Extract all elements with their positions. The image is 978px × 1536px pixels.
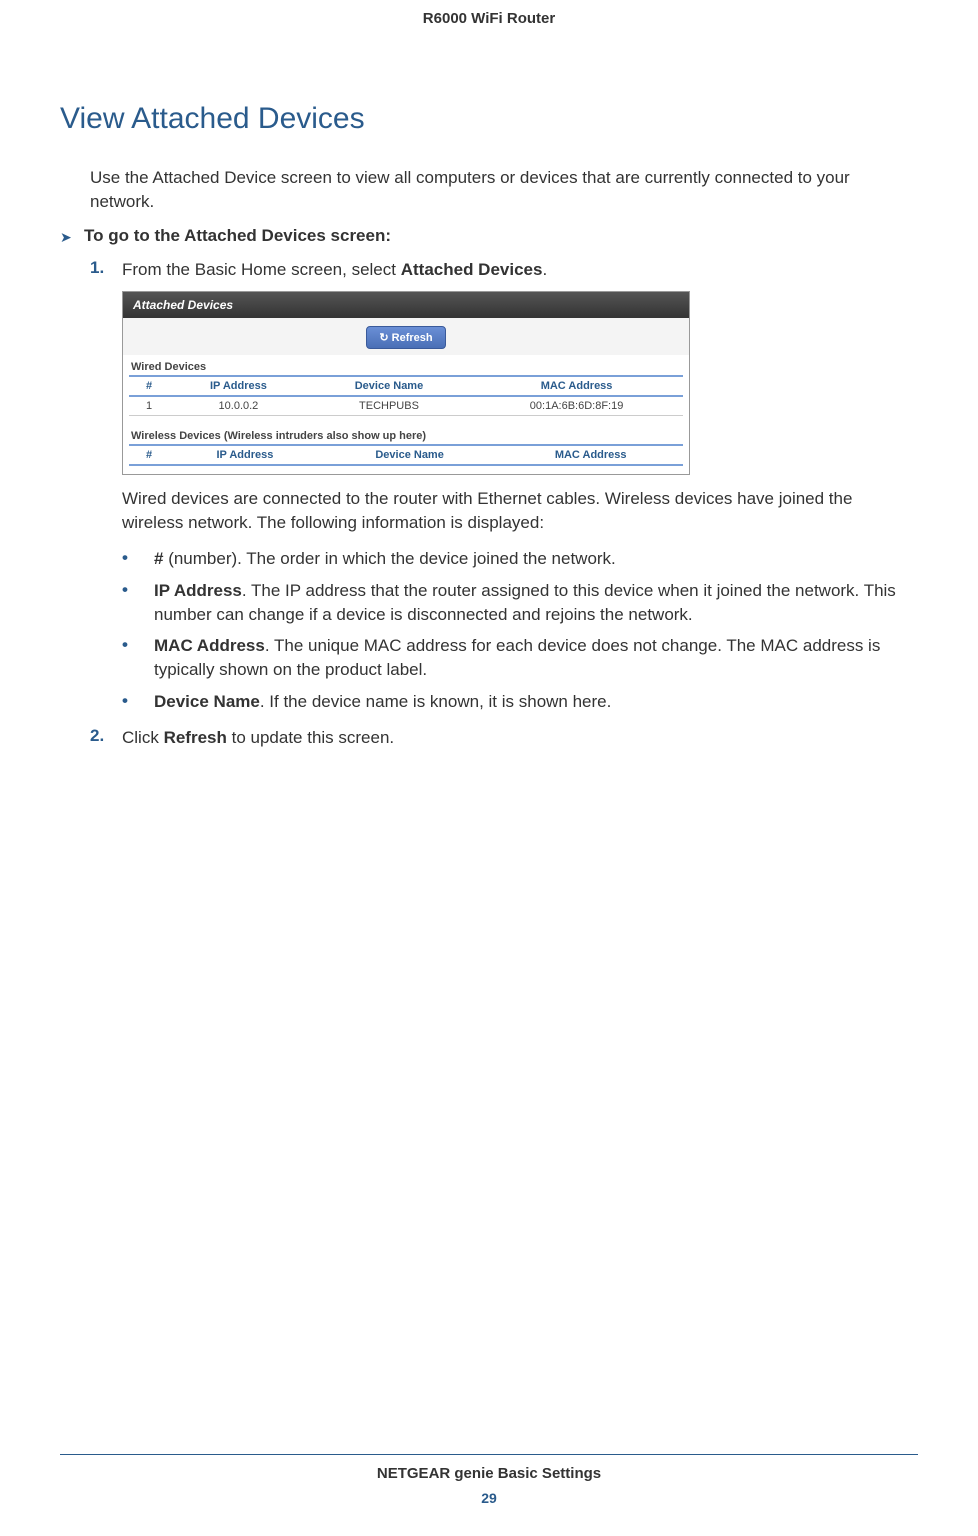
figure-header: Attached Devices xyxy=(123,292,689,318)
page-title: View Attached Devices xyxy=(60,102,918,136)
step-2-text-c: to update this screen. xyxy=(227,728,394,747)
procedure-arrow-icon: ➤ xyxy=(60,226,84,246)
cell-ip: 10.0.0.2 xyxy=(169,396,308,416)
bullet-1: # (number). The order in which the devic… xyxy=(154,547,616,571)
col-ip: IP Address xyxy=(169,376,308,396)
step-2-number: 2. xyxy=(90,726,122,746)
cell-num: 1 xyxy=(129,396,169,416)
col-name-2: Device Name xyxy=(321,445,499,465)
attached-devices-figure: Attached Devices Refresh Wired Devices #… xyxy=(122,291,690,475)
wireless-devices-table: # IP Address Device Name MAC Address xyxy=(129,444,683,466)
after-figure-paragraph: Wired devices are connected to the route… xyxy=(122,487,918,535)
footer-divider xyxy=(60,1454,918,1455)
wireless-devices-label: Wireless Devices (Wireless intruders als… xyxy=(123,424,689,444)
col-num-2: # xyxy=(129,445,169,465)
bullet-3: MAC Address. The unique MAC address for … xyxy=(154,634,918,682)
col-mac-2: MAC Address xyxy=(498,445,683,465)
intro-paragraph: Use the Attached Device screen to view a… xyxy=(90,166,918,214)
bullet-4: Device Name. If the device name is known… xyxy=(154,690,611,714)
wired-devices-label: Wired Devices xyxy=(123,355,689,375)
bullet-icon: • xyxy=(122,634,154,682)
step-1-number: 1. xyxy=(90,258,122,278)
step-2-text-a: Click xyxy=(122,728,164,747)
step-1-text: From the Basic Home screen, select Attac… xyxy=(122,258,547,282)
bullet-4-text: . If the device name is known, it is sho… xyxy=(260,692,612,711)
step-1-text-c: . xyxy=(542,260,547,279)
bullet-icon: • xyxy=(122,547,154,571)
bullet-1-text: (number). The order in which the device … xyxy=(163,549,615,568)
col-mac: MAC Address xyxy=(470,376,683,396)
step-1-text-a: From the Basic Home screen, select xyxy=(122,260,401,279)
bullet-3-label: MAC Address xyxy=(154,636,265,655)
bullet-icon: • xyxy=(122,690,154,714)
bullet-icon: • xyxy=(122,579,154,627)
cell-mac: 00:1A:6B:6D:8F:19 xyxy=(470,396,683,416)
bullet-4-label: Device Name xyxy=(154,692,260,711)
col-num: # xyxy=(129,376,169,396)
wired-devices-table: # IP Address Device Name MAC Address 1 1… xyxy=(129,375,683,416)
footer-page-number: 29 xyxy=(60,1490,918,1506)
step-2-text-b: Refresh xyxy=(164,728,227,747)
step-1-text-b: Attached Devices xyxy=(401,260,543,279)
table-row: 1 10.0.0.2 TECHPUBS 00:1A:6B:6D:8F:19 xyxy=(129,396,683,416)
header-product: R6000 WiFi Router xyxy=(0,0,978,27)
col-ip-2: IP Address xyxy=(169,445,321,465)
bullet-2: IP Address. The IP address that the rout… xyxy=(154,579,918,627)
procedure-heading: To go to the Attached Devices screen: xyxy=(84,226,391,246)
refresh-button[interactable]: Refresh xyxy=(366,326,445,349)
cell-name: TECHPUBS xyxy=(308,396,470,416)
bullet-2-text: . The IP address that the router assigne… xyxy=(154,581,896,624)
footer-title: NETGEAR genie Basic Settings xyxy=(60,1465,918,1482)
step-2-text: Click Refresh to update this screen. xyxy=(122,726,394,750)
col-name: Device Name xyxy=(308,376,470,396)
bullet-2-label: IP Address xyxy=(154,581,242,600)
